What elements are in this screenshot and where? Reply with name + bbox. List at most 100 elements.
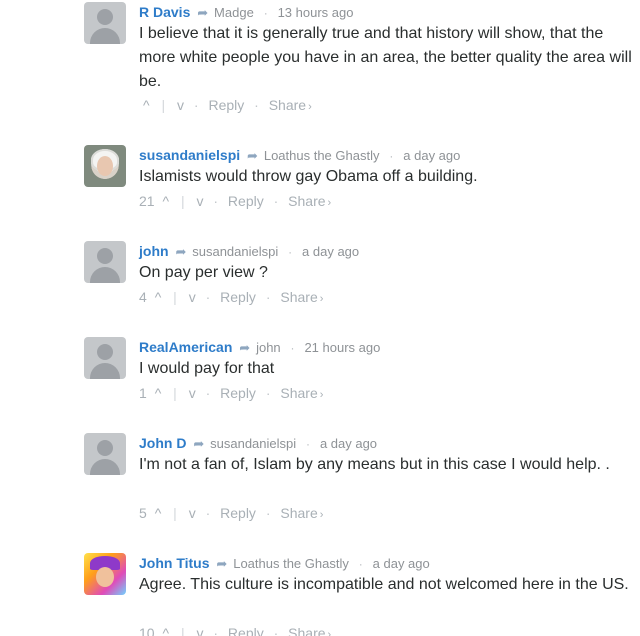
share-button[interactable]: Share › — [288, 193, 331, 209]
reply-arrow-icon: ➦ — [193, 436, 205, 451]
reply-button[interactable]: Reply — [228, 193, 264, 209]
separator-dot: · — [288, 245, 293, 259]
timestamp-link[interactable]: 13 hours ago — [278, 5, 354, 20]
reply-arrow-icon: ➦ — [175, 244, 187, 259]
share-label: Share — [288, 625, 326, 636]
reply-arrow-icon: ➦ — [239, 340, 251, 355]
separator-dot: · — [254, 97, 259, 113]
reply-button[interactable]: Reply — [220, 505, 256, 521]
separator-dot: · — [265, 289, 271, 305]
comment-actions: 10 ^ | v · Reply · Share › — [139, 624, 331, 636]
parent-author-link[interactable]: susandanielspi — [192, 244, 278, 259]
downvote-icon[interactable]: v — [189, 384, 196, 402]
share-button[interactable]: Share › — [288, 625, 331, 636]
upvote-icon[interactable]: ^ — [155, 384, 162, 402]
reply-button[interactable]: Reply — [208, 97, 244, 113]
share-button[interactable]: Share › — [280, 505, 323, 521]
vote-count: 21 — [139, 193, 155, 209]
parent-author-link[interactable]: Loathus the Ghastly — [264, 148, 380, 163]
separator-dot: · — [273, 625, 279, 636]
separator-dot: · — [193, 97, 199, 113]
comment-actions: ^ | v · Reply · Share › — [139, 96, 312, 116]
upvote-icon[interactable]: ^ — [143, 96, 150, 114]
share-button[interactable]: Share › — [280, 289, 323, 305]
comment-thread: R Davis ➦ Madge · 13 hours ago I believe… — [0, 0, 640, 636]
parent-author-link[interactable]: Madge — [214, 5, 254, 20]
reply-button[interactable]: Reply — [220, 289, 256, 305]
timestamp-link[interactable]: a day ago — [320, 436, 377, 451]
photo-avatar[interactable] — [84, 145, 126, 187]
vote-divider: | — [173, 505, 177, 521]
downvote-icon[interactable]: v — [196, 624, 203, 636]
avatar-body-shape — [90, 267, 120, 283]
avatar-body-shape — [90, 28, 120, 44]
author-name[interactable]: john — [139, 243, 169, 259]
comment-body: I believe that it is generally true and … — [139, 25, 632, 90]
parent-author-link[interactable]: john — [256, 340, 281, 355]
comment-header: R Davis ➦ Madge · 13 hours ago — [139, 3, 353, 22]
avatar-head-shape — [97, 344, 113, 360]
share-button[interactable]: Share › — [280, 385, 323, 401]
vote-count: 10 — [139, 625, 155, 636]
author-name[interactable]: RealAmerican — [139, 339, 232, 355]
timestamp-link[interactable]: 21 hours ago — [304, 340, 380, 355]
comment-body: I would pay for that — [139, 360, 275, 377]
author-name[interactable]: R Davis — [139, 4, 190, 20]
chevron-right-icon: › — [327, 629, 332, 636]
downvote-icon[interactable]: v — [177, 96, 184, 114]
avatar-head-shape — [97, 9, 113, 25]
parent-author-link[interactable]: Loathus the Ghastly — [233, 556, 349, 571]
comment-header: susandanielspi ➦ Loathus the Ghastly · a… — [139, 146, 460, 165]
share-label: Share — [280, 289, 318, 305]
share-label: Share — [280, 505, 318, 521]
avatar-head-shape — [97, 440, 113, 456]
upvote-icon[interactable]: ^ — [162, 192, 169, 210]
share-button[interactable]: Share › — [269, 97, 312, 113]
separator-dot: · — [263, 6, 268, 20]
author-name[interactable]: John Titus — [139, 555, 210, 571]
parent-author-link[interactable]: susandanielspi — [210, 436, 296, 451]
upvote-icon[interactable]: ^ — [155, 288, 162, 306]
downvote-icon[interactable]: v — [189, 288, 196, 306]
separator-dot: · — [389, 149, 394, 163]
comment-body: I'm not a fan of, Islam by any means but… — [139, 456, 610, 473]
reply-button[interactable]: Reply — [220, 385, 256, 401]
downvote-icon[interactable]: v — [189, 504, 196, 522]
reply-button[interactable]: Reply — [228, 625, 264, 636]
timestamp-link[interactable]: a day ago — [403, 148, 460, 163]
comment-actions: 1 ^ | v · Reply · Share › — [139, 384, 323, 404]
author-name[interactable]: susandanielspi — [139, 147, 240, 163]
upvote-icon[interactable]: ^ — [155, 504, 162, 522]
default-avatar[interactable] — [84, 241, 126, 283]
vote-divider: | — [173, 385, 177, 401]
default-avatar[interactable] — [84, 337, 126, 379]
author-name[interactable]: John D — [139, 435, 186, 451]
photo-avatar[interactable] — [84, 553, 126, 595]
chevron-right-icon: › — [319, 389, 324, 401]
default-avatar[interactable] — [84, 433, 126, 475]
downvote-icon[interactable]: v — [196, 192, 203, 210]
chevron-right-icon: › — [327, 197, 332, 209]
avatar-body-shape — [90, 363, 120, 379]
chevron-right-icon: › — [319, 293, 324, 305]
chevron-right-icon: › — [308, 101, 312, 113]
comment-header: john ➦ susandanielspi · a day ago — [139, 242, 359, 261]
separator-dot: · — [273, 193, 279, 209]
share-label: Share — [268, 97, 307, 113]
separator-dot: · — [205, 505, 211, 521]
avatar-head-shape — [97, 248, 113, 264]
vote-divider: | — [173, 289, 177, 305]
comment-actions: 5 ^ | v · Reply · Share › — [139, 504, 323, 524]
upvote-icon[interactable]: ^ — [162, 624, 169, 636]
separator-dot: · — [358, 557, 363, 571]
default-avatar[interactable] — [84, 2, 126, 44]
comment-header: John D ➦ susandanielspi · a day ago — [139, 434, 377, 453]
timestamp-link[interactable]: a day ago — [373, 556, 430, 571]
vote-divider: | — [180, 625, 185, 636]
comment-body: Agree. This culture is incompatible and … — [139, 576, 629, 593]
vote-count: 5 — [139, 505, 147, 521]
avatar-face-shape — [97, 156, 113, 176]
timestamp-link[interactable]: a day ago — [302, 244, 359, 259]
comment-header: RealAmerican ➦ john · 21 hours ago — [139, 338, 380, 357]
comment-header: John Titus ➦ Loathus the Ghastly · a day… — [139, 554, 430, 573]
